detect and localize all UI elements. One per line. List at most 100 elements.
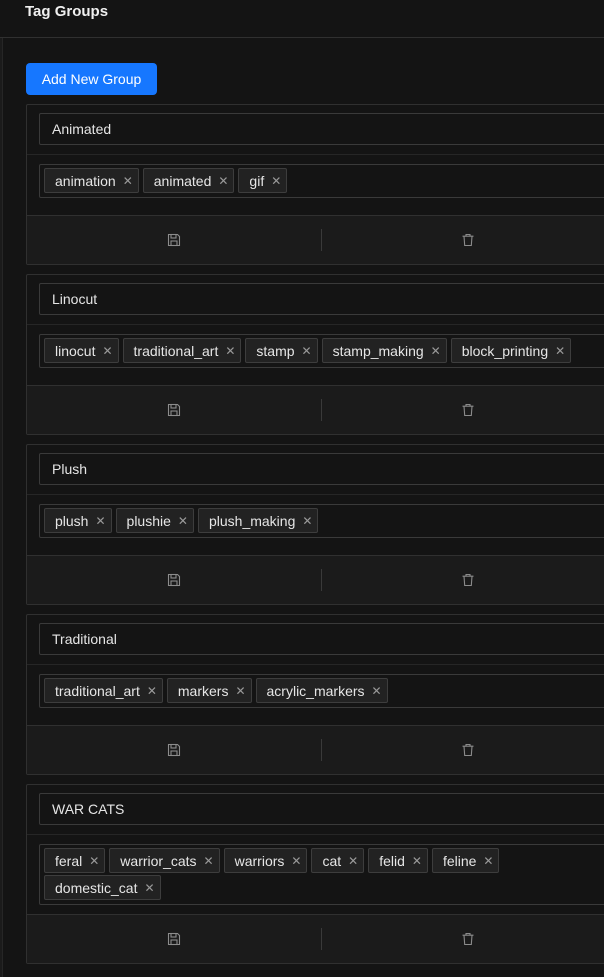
group-name-input[interactable]: WAR CATS — [39, 793, 604, 825]
remove-tag-icon[interactable]: ✕ — [302, 344, 312, 358]
group-name-input[interactable]: Plush — [39, 453, 604, 485]
card-actions — [27, 914, 604, 963]
tags-select[interactable]: animation ✕ animated ✕ gif ✕ — [39, 164, 604, 198]
remove-tag-icon[interactable]: ✕ — [235, 684, 245, 698]
page-header: Tag Groups — [0, 0, 604, 38]
tag-label: stamp — [256, 342, 295, 359]
remove-tag-icon[interactable]: ✕ — [147, 684, 157, 698]
tag-group-card: Linocut linocut ✕ traditional_art ✕ stamp ✕ sta… — [26, 274, 604, 435]
remove-tag-icon[interactable]: ✕ — [302, 514, 312, 528]
remove-tag-icon[interactable]: ✕ — [483, 854, 493, 868]
remove-tag-icon[interactable]: ✕ — [225, 344, 235, 358]
tag-chip: warriors ✕ — [223, 848, 308, 873]
remove-tag-icon[interactable]: ✕ — [271, 174, 281, 188]
remove-tag-icon[interactable]: ✕ — [431, 344, 441, 358]
delete-button[interactable] — [321, 386, 604, 434]
delete-button[interactable] — [321, 726, 604, 774]
save-button[interactable] — [27, 726, 321, 774]
remove-tag-icon[interactable]: ✕ — [218, 174, 228, 188]
delete-button[interactable] — [321, 556, 604, 604]
tag-chip: feline ✕ — [431, 848, 500, 873]
tag-chip: plush ✕ — [44, 508, 112, 533]
remove-tag-icon[interactable]: ✕ — [89, 854, 99, 868]
tag-label: acrylic_markers — [266, 682, 365, 699]
tag-label: feline — [442, 852, 477, 869]
tag-label: linocut — [55, 342, 96, 359]
remove-tag-icon[interactable]: ✕ — [204, 854, 214, 868]
divider — [27, 324, 604, 325]
save-icon — [167, 233, 181, 247]
tag-chip: linocut ✕ — [44, 338, 119, 363]
delete-icon — [461, 573, 475, 587]
tag-group-card: Animated animation ✕ animated ✕ gif ✕ — [26, 104, 604, 265]
remove-tag-icon[interactable]: ✕ — [555, 344, 565, 358]
tag-label: animation — [55, 172, 116, 189]
divider — [27, 494, 604, 495]
save-icon — [167, 932, 181, 946]
tag-chip: block_printing ✕ — [450, 338, 572, 363]
remove-tag-icon[interactable]: ✕ — [95, 514, 105, 528]
save-button[interactable] — [27, 915, 321, 963]
tag-label: cat — [322, 852, 342, 869]
tag-chip: plushie ✕ — [115, 508, 194, 533]
remove-tag-icon[interactable]: ✕ — [102, 344, 112, 358]
tag-label: plush — [55, 512, 89, 529]
remove-tag-icon[interactable]: ✕ — [372, 684, 382, 698]
tag-label: stamp_making — [332, 342, 424, 359]
tag-chip: gif ✕ — [238, 168, 288, 193]
tag-groups-list: Animated animation ✕ animated ✕ gif ✕ Linocut li… — [26, 104, 604, 973]
delete-icon — [461, 403, 475, 417]
tag-label: domestic_cat — [55, 879, 138, 896]
tag-group-card: Traditional traditional_art ✕ markers ✕ acryl… — [26, 614, 604, 775]
card-actions — [27, 385, 604, 434]
tag-chip: felid ✕ — [368, 848, 428, 873]
tag-label: block_printing — [461, 342, 549, 359]
group-name-input[interactable]: Animated — [39, 113, 604, 145]
tag-label: plush_making — [208, 512, 296, 529]
tags-select[interactable]: feral ✕ warrior_cats ✕ warriors ✕ cat ✕ felid ✕ fe… — [39, 844, 604, 905]
tag-label: traditional_art — [133, 342, 219, 359]
tag-label: warriors — [234, 852, 285, 869]
tag-chip: markers ✕ — [166, 678, 252, 703]
tag-label: traditional_art — [55, 682, 140, 699]
save-button[interactable] — [27, 556, 321, 604]
delete-button[interactable] — [321, 216, 604, 264]
card-actions — [27, 725, 604, 774]
delete-icon — [461, 233, 475, 247]
tag-label: markers — [177, 682, 229, 699]
card-actions — [27, 555, 604, 604]
group-name-input[interactable]: Traditional — [39, 623, 604, 655]
tag-label: gif — [249, 172, 265, 189]
remove-tag-icon[interactable]: ✕ — [291, 854, 301, 868]
tag-chip: feral ✕ — [44, 848, 106, 873]
remove-tag-icon[interactable]: ✕ — [178, 514, 188, 528]
delete-button[interactable] — [321, 915, 604, 963]
remove-tag-icon[interactable]: ✕ — [144, 881, 154, 895]
remove-tag-icon[interactable]: ✕ — [412, 854, 422, 868]
card-actions — [27, 215, 604, 264]
tags-select[interactable]: linocut ✕ traditional_art ✕ stamp ✕ stamp_maki… — [39, 334, 604, 368]
tags-select[interactable]: plush ✕ plushie ✕ plush_making ✕ — [39, 504, 604, 538]
save-button[interactable] — [27, 386, 321, 434]
tag-chip: stamp_making ✕ — [321, 338, 447, 363]
tag-chip: warrior_cats ✕ — [109, 848, 220, 873]
save-button[interactable] — [27, 216, 321, 264]
add-new-group-button[interactable]: Add New Group — [26, 63, 157, 95]
tag-chip: animated ✕ — [142, 168, 235, 193]
tag-chip: traditional_art ✕ — [44, 678, 163, 703]
tag-chip: animation ✕ — [44, 168, 139, 193]
divider — [27, 834, 604, 835]
delete-icon — [461, 743, 475, 757]
remove-tag-icon[interactable]: ✕ — [123, 174, 133, 188]
save-icon — [167, 403, 181, 417]
tag-chip: traditional_art ✕ — [122, 338, 242, 363]
remove-tag-icon[interactable]: ✕ — [348, 854, 358, 868]
tag-label: warrior_cats — [120, 852, 197, 869]
tag-label: plushie — [126, 512, 171, 529]
group-name-input[interactable]: Linocut — [39, 283, 604, 315]
tag-chip: acrylic_markers ✕ — [255, 678, 388, 703]
tag-chip: stamp ✕ — [245, 338, 318, 363]
tags-select[interactable]: traditional_art ✕ markers ✕ acrylic_markers ✕ — [39, 674, 604, 708]
left-rail — [0, 38, 3, 977]
divider — [27, 664, 604, 665]
